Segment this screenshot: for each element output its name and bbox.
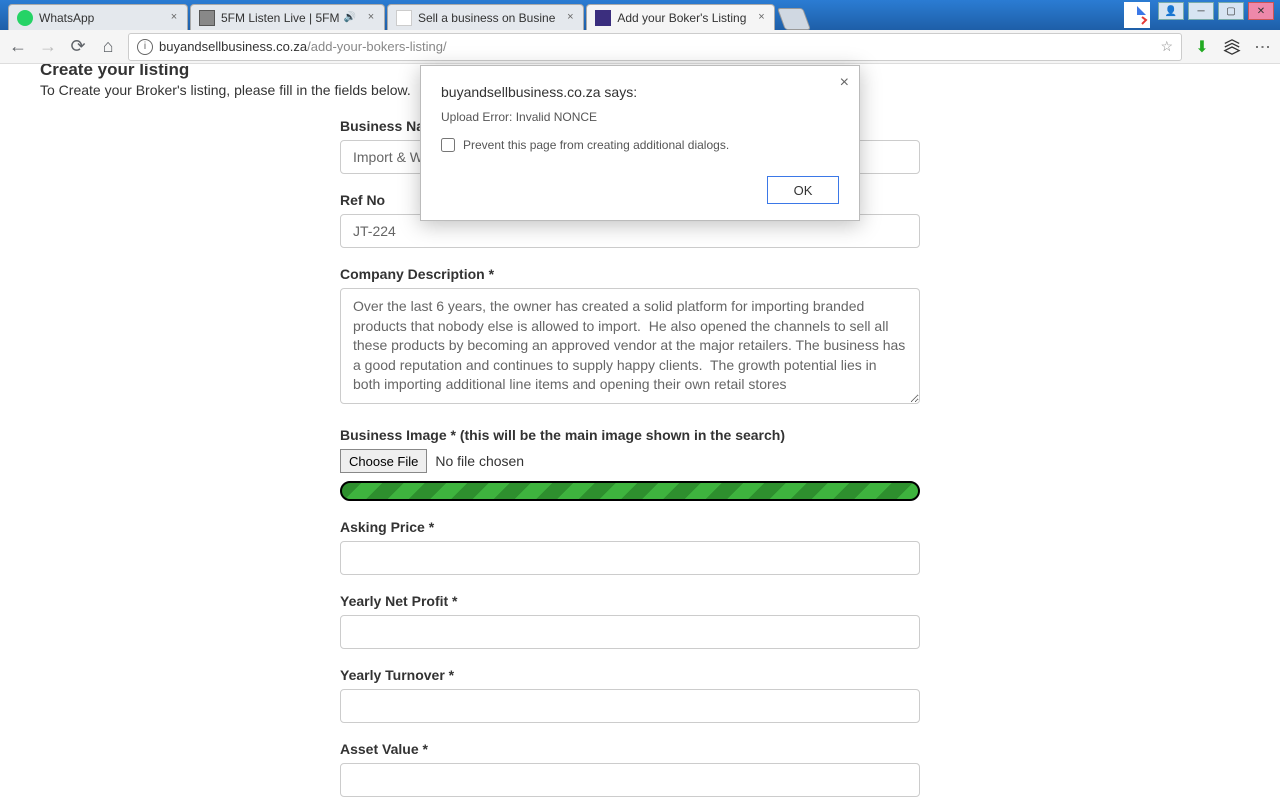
- site-info-icon[interactable]: i: [137, 39, 153, 55]
- url-domain: buyandsellbusiness.co.za: [159, 39, 307, 54]
- reload-button[interactable]: ⟳: [68, 37, 88, 57]
- home-button[interactable]: ⌂: [98, 37, 118, 57]
- file-chosen-status: No file chosen: [435, 453, 524, 469]
- prevent-dialogs-checkbox[interactable]: Prevent this page from creating addition…: [441, 138, 839, 152]
- whatsapp-icon: [17, 10, 33, 26]
- menu-button[interactable]: ⋮: [1252, 37, 1272, 57]
- choose-file-button[interactable]: Choose File: [340, 449, 427, 473]
- label-yearly-turnover: Yearly Turnover *: [340, 667, 920, 683]
- tab-label: 5FM Listen Live | 5FM: [221, 11, 340, 25]
- close-icon[interactable]: ×: [364, 10, 378, 24]
- prevent-dialogs-label: Prevent this page from creating addition…: [463, 138, 729, 152]
- tab-whatsapp[interactable]: WhatsApp ×: [8, 4, 188, 30]
- speaker-icon[interactable]: 🔊: [344, 12, 356, 23]
- page-icon: [396, 10, 412, 26]
- user-icon[interactable]: 👤: [1158, 2, 1184, 20]
- extension-stack-icon[interactable]: [1222, 37, 1242, 57]
- tab-label: Sell a business on Busine: [418, 11, 555, 25]
- browser-toolbar: ← → ⟳ ⌂ i buyandsellbusiness.co.za/add-y…: [0, 30, 1280, 64]
- window-controls: 👤 ─ ▢ ✕: [1124, 2, 1274, 28]
- page-icon: [199, 10, 215, 26]
- tab-label: Add your Boker's Listing: [617, 11, 746, 25]
- label-yearly-net-profit: Yearly Net Profit *: [340, 593, 920, 609]
- back-button[interactable]: ←: [8, 37, 28, 57]
- bookmark-star-icon[interactable]: ☆: [1160, 38, 1173, 55]
- label-asking-price: Asking Price *: [340, 519, 920, 535]
- label-asset-value: Asset Value *: [340, 741, 920, 757]
- tab-sell-business[interactable]: Sell a business on Busine ×: [387, 4, 584, 30]
- tab-label: WhatsApp: [39, 11, 159, 25]
- upload-progress-bar: [340, 481, 920, 501]
- asking-price-input[interactable]: [340, 541, 920, 575]
- company-description-textarea[interactable]: [340, 288, 920, 404]
- tab-5fm[interactable]: 5FM Listen Live | 5FM 🔊 ×: [190, 4, 385, 30]
- download-icon[interactable]: ⬇: [1192, 37, 1212, 57]
- label-business-image: Business Image * (this will be the main …: [340, 427, 920, 443]
- asset-value-input[interactable]: [340, 763, 920, 797]
- alert-dialog: × buyandsellbusiness.co.za says: Upload …: [420, 65, 860, 221]
- tab-add-listing[interactable]: Add your Boker's Listing ×: [586, 4, 775, 30]
- maximize-button[interactable]: ▢: [1218, 2, 1244, 20]
- page-icon: [595, 10, 611, 26]
- close-icon[interactable]: ×: [563, 10, 577, 24]
- forward-button[interactable]: →: [38, 37, 58, 57]
- close-icon[interactable]: ×: [754, 10, 768, 24]
- browser-titlebar: WhatsApp × 5FM Listen Live | 5FM 🔊 × Sel…: [0, 0, 1280, 30]
- new-tab-button[interactable]: [777, 8, 811, 30]
- close-icon[interactable]: ×: [167, 10, 181, 24]
- dialog-title: buyandsellbusiness.co.za says:: [441, 84, 839, 100]
- dialog-close-button[interactable]: ×: [840, 74, 849, 92]
- dialog-message: Upload Error: Invalid NONCE: [441, 110, 839, 124]
- minimize-button[interactable]: ─: [1188, 2, 1214, 20]
- url-path: /add-your-bokers-listing/: [307, 39, 446, 54]
- extension-icon[interactable]: [1124, 2, 1150, 28]
- yearly-turnover-input[interactable]: [340, 689, 920, 723]
- prevent-dialogs-input[interactable]: [441, 138, 455, 152]
- label-company-description: Company Description *: [340, 266, 920, 282]
- close-window-button[interactable]: ✕: [1248, 2, 1274, 20]
- address-bar[interactable]: i buyandsellbusiness.co.za/add-your-boke…: [128, 33, 1182, 61]
- yearly-net-profit-input[interactable]: [340, 615, 920, 649]
- dialog-ok-button[interactable]: OK: [767, 176, 839, 204]
